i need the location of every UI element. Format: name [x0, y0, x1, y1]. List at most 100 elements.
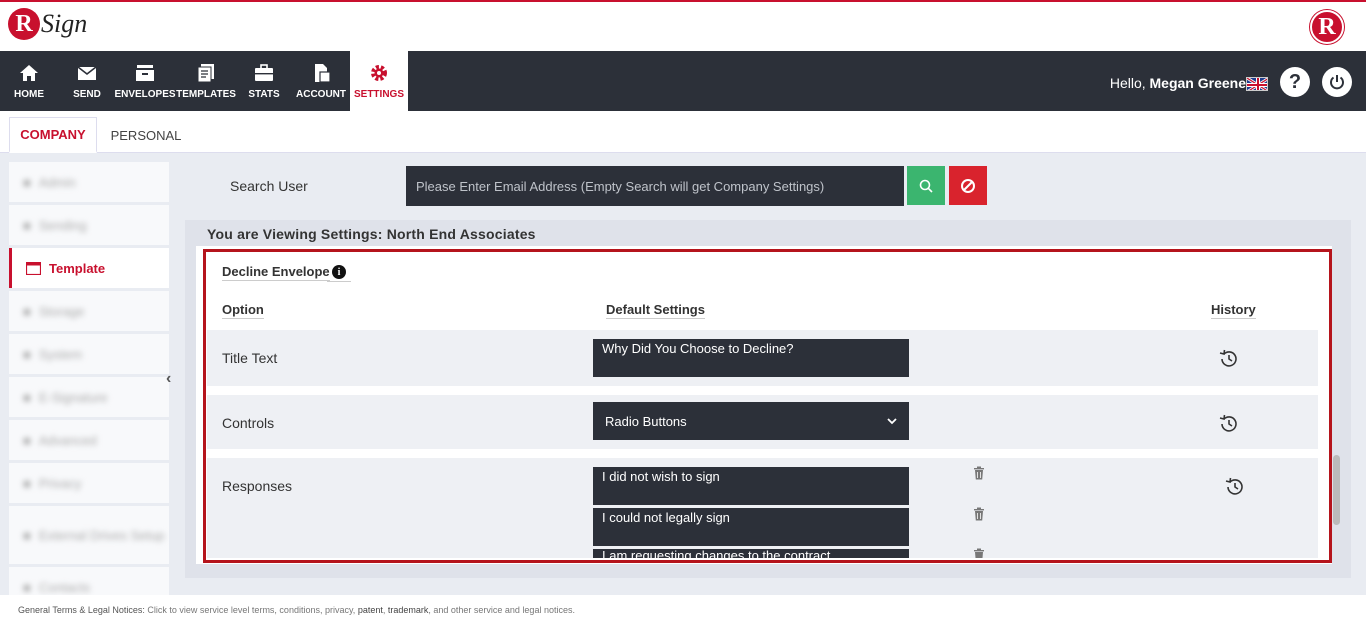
ban-icon — [961, 178, 975, 193]
footer-text-end: , and other service and legal notices. — [428, 605, 575, 615]
history-icon[interactable] — [1224, 476, 1246, 498]
clear-search-button[interactable] — [949, 166, 987, 205]
search-icon — [919, 179, 933, 193]
chevron-down-icon — [887, 418, 897, 425]
logout-button[interactable] — [1322, 67, 1352, 97]
column-history: History — [1211, 302, 1256, 319]
nav-templates[interactable]: TEMPLATES — [176, 51, 236, 111]
sidebar-icon: ■ — [23, 475, 31, 491]
home-icon — [20, 64, 38, 81]
sidebar-icon: ■ — [23, 303, 31, 319]
trash-icon[interactable] — [973, 466, 985, 480]
sidebar-item-storage[interactable]: ■ Storage — [9, 291, 169, 331]
greeting-prefix: Hello, — [1109, 75, 1150, 91]
sidebar-item-advanced[interactable]: ■ Advanced — [9, 420, 169, 460]
sidebar-icon: ■ — [23, 527, 31, 543]
settings-tabs: COMPANY PERSONAL — [0, 111, 1366, 153]
trash-icon[interactable] — [973, 548, 985, 558]
controls-select[interactable]: Radio Buttons — [593, 402, 909, 440]
power-icon — [1330, 75, 1344, 90]
nav-home[interactable]: HOME — [8, 51, 50, 111]
column-default-settings: Default Settings — [606, 302, 705, 319]
nav-stats-label: STATS — [248, 88, 280, 100]
sidebar-item-system[interactable]: ■ System — [9, 334, 169, 374]
sidebar-icon: ■ — [23, 579, 31, 595]
sidebar-collapse-icon[interactable]: ‹ — [166, 370, 171, 388]
title-text-field[interactable]: Why Did You Choose to Decline? — [593, 339, 909, 377]
sidebar-icon: ■ — [23, 174, 31, 190]
templates-icon — [197, 63, 214, 82]
controls-select-value: Radio Buttons — [605, 413, 687, 429]
sidebar-item-privacy[interactable]: ■ Privacy — [9, 463, 169, 503]
search-user-input[interactable] — [406, 166, 904, 206]
response-field[interactable]: I am requesting changes to the contract — [593, 549, 909, 558]
inbox-icon — [136, 64, 154, 81]
sidebar-icon: ■ — [23, 217, 31, 233]
rsign-logo[interactable]: R Sign — [8, 8, 87, 40]
search-button[interactable] — [907, 166, 945, 205]
sidebar-item-label: System — [38, 346, 83, 362]
footer-text: Click to view service level terms, condi… — [144, 605, 358, 615]
info-icon[interactable]: i — [332, 265, 346, 279]
sidebar-item-label: Admin — [38, 174, 76, 190]
sidebar-item-label: Template — [49, 260, 106, 276]
history-icon[interactable] — [1218, 413, 1240, 435]
nav-templates-label: TEMPLATES — [176, 88, 236, 100]
template-icon — [26, 261, 41, 275]
row-label: Responses — [222, 478, 293, 494]
help-button[interactable]: ? — [1280, 67, 1310, 97]
brand-bar: R Sign R — [0, 0, 1366, 51]
sidebar-icon: ■ — [23, 432, 31, 448]
viewing-settings-label: You are Viewing Settings: North End Asso… — [207, 226, 536, 242]
sidebar-item-label: Sending — [38, 217, 87, 233]
footer-patent-link[interactable]: patent — [358, 605, 383, 615]
nav-send-label: SEND — [73, 88, 101, 100]
rpost-logo: R — [1310, 10, 1344, 44]
sidebar-icon: ■ — [23, 389, 31, 405]
info-underline — [327, 281, 351, 282]
tab-company[interactable]: COMPANY — [9, 117, 97, 153]
nav-envelopes[interactable]: ENVELOPES — [114, 51, 176, 111]
sidebar-item-label: E-Signature — [38, 389, 108, 405]
sidebar-item-label: Advanced — [38, 432, 97, 448]
main-nav: HOME SEND ENVELOPES TEMPLATES STATS ACCO… — [0, 51, 1366, 111]
user-greeting[interactable]: Hello, Megan Greene — [1110, 75, 1246, 91]
sidebar-item-template[interactable]: Template — [9, 248, 169, 288]
footer-trademark-link[interactable]: trademark — [388, 605, 429, 615]
nav-account[interactable]: ACCOUNT — [296, 51, 346, 111]
nav-settings[interactable]: SETTINGS — [350, 51, 408, 111]
panel-scrollbar[interactable] — [1333, 455, 1340, 525]
row-label: Title Text — [222, 350, 278, 366]
sidebar-item-label: External Drives Setup — [38, 527, 165, 543]
sidebar-item-external-drives[interactable]: ■ External Drives Setup — [9, 506, 169, 564]
briefcase-icon — [255, 63, 273, 81]
nav-send[interactable]: SEND — [66, 51, 108, 111]
history-icon[interactable] — [1218, 348, 1240, 370]
logo-mark: R — [8, 8, 40, 40]
logo-text: Sign — [41, 9, 88, 38]
sidebar-item-sending[interactable]: ■ Sending — [9, 205, 169, 245]
gear-icon — [371, 64, 387, 81]
uk-flag-icon[interactable] — [1246, 77, 1268, 91]
column-option: Option — [222, 302, 264, 319]
footer-lead[interactable]: General Terms & Legal Notices: — [18, 605, 145, 615]
sidebar-item-label: Privacy — [38, 475, 82, 491]
response-field[interactable]: I could not legally sign — [593, 508, 909, 546]
settings-sidebar: ■ Admin ■ Sending Template ■ Storage ■ Syste… — [9, 162, 169, 595]
sidebar-item-esignature[interactable]: ■ E-Signature — [9, 377, 169, 417]
nav-envelopes-label: ENVELOPES — [114, 88, 176, 100]
sidebar-item-label: Contacts — [38, 579, 91, 595]
nav-account-label: ACCOUNT — [296, 88, 346, 100]
section-title: Decline Envelope — [222, 264, 330, 281]
nav-settings-label: SETTINGS — [353, 88, 404, 100]
search-user-label: Search User — [230, 178, 308, 194]
tab-personal[interactable]: PERSONAL — [108, 117, 184, 153]
sidebar-item-admin[interactable]: ■ Admin — [9, 162, 169, 202]
trash-icon[interactable] — [973, 507, 985, 521]
account-icon — [315, 63, 331, 83]
nav-home-label: HOME — [14, 88, 44, 100]
sidebar-item-contacts[interactable]: ■ Contacts — [9, 567, 169, 595]
row-label: Controls — [222, 415, 275, 431]
response-field[interactable]: I did not wish to sign — [593, 467, 909, 505]
nav-stats[interactable]: STATS — [243, 51, 285, 111]
